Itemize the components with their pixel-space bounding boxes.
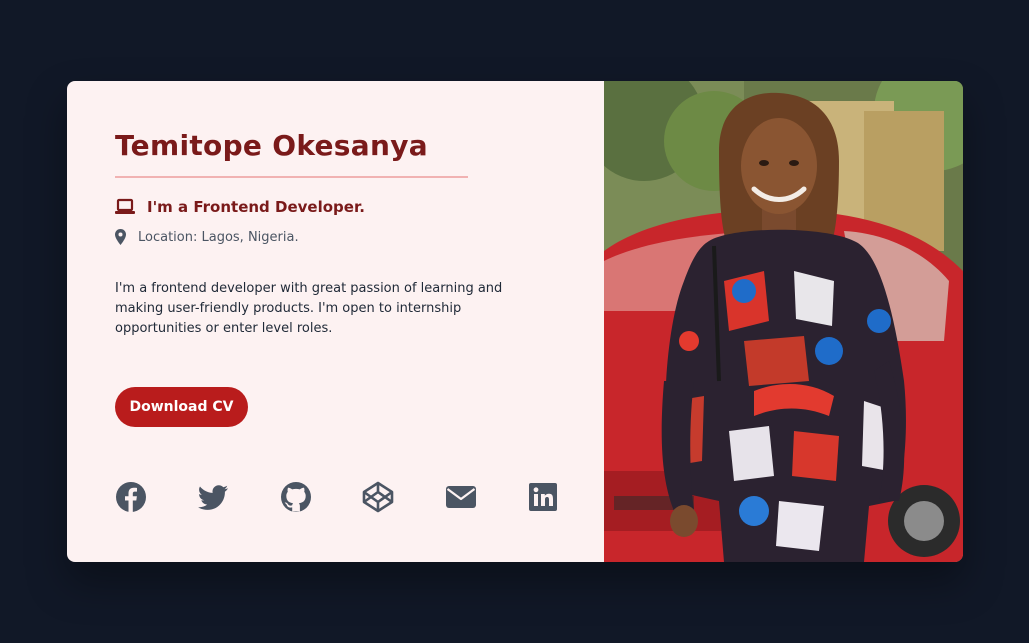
location-row: Location: Lagos, Nigeria. [115,229,299,245]
codepen-link[interactable] [362,481,394,513]
social-links [115,481,557,513]
profile-photo [604,81,963,562]
facebook-icon [116,482,146,512]
portrait-illustration [604,81,963,562]
github-link[interactable] [280,481,312,513]
codepen-icon [362,481,394,513]
map-pin-icon [115,229,126,245]
twitter-icon [198,485,228,510]
linkedin-link[interactable] [527,481,559,513]
github-icon [281,482,311,512]
facebook-link[interactable] [115,481,147,513]
twitter-link[interactable] [197,481,229,513]
role-text: I'm a Frontend Developer. [147,198,365,216]
download-cv-button[interactable]: Download CV [115,387,248,427]
linkedin-icon [529,483,557,511]
profile-info-panel: Temitope Okesanya I'm a Frontend Develop… [67,81,604,562]
role-row: I'm a Frontend Developer. [115,198,365,216]
profile-card: Temitope Okesanya I'm a Frontend Develop… [67,81,963,562]
profile-name: Temitope Okesanya [115,129,428,162]
laptop-icon [115,198,135,216]
email-link[interactable] [445,481,477,513]
location-text: Location: Lagos, Nigeria. [138,229,299,245]
name-underline-divider [115,176,468,178]
email-icon [446,486,476,508]
bio-paragraph: I'm a frontend developer with great pass… [115,281,503,336]
